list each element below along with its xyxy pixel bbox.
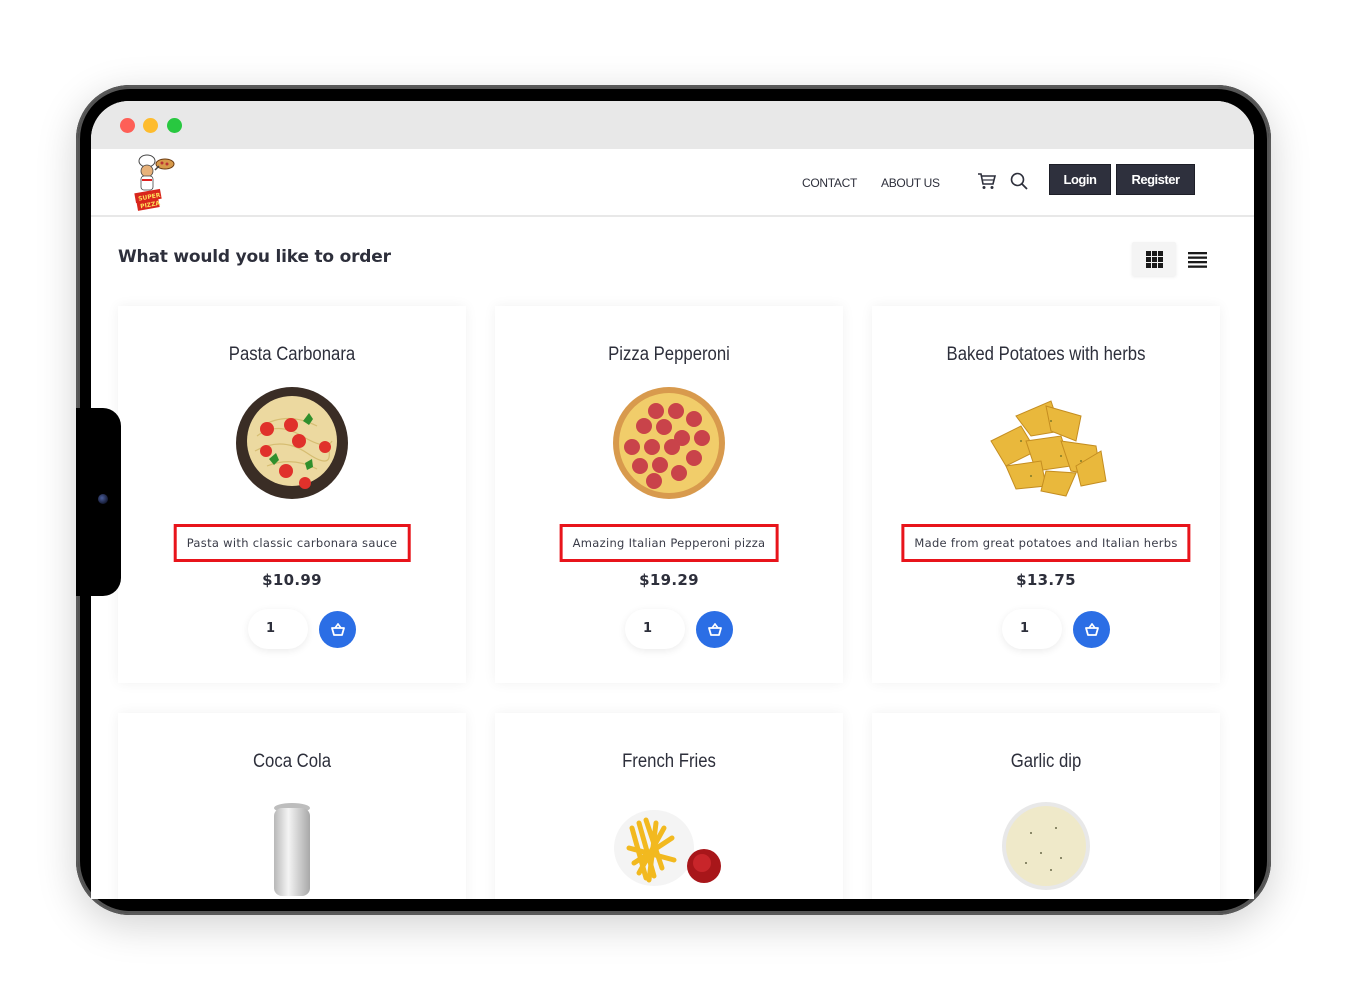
product-description: Made from great potatoes and Italian her… bbox=[901, 524, 1191, 562]
list-icon bbox=[1188, 252, 1207, 268]
window-titlebar bbox=[91, 101, 1254, 149]
product-description: Amazing Italian Pepperoni pizza bbox=[559, 524, 779, 562]
login-button[interactable]: Login bbox=[1049, 164, 1111, 195]
nav-link-contact[interactable]: CONTACT bbox=[802, 176, 857, 190]
product-title: Coca Cola bbox=[252, 751, 332, 772]
page-heading: What would you like to order bbox=[118, 247, 391, 267]
basket-icon bbox=[707, 622, 722, 636]
quantity-input[interactable] bbox=[625, 609, 685, 649]
nav-link-about-us[interactable]: ABOUT US bbox=[881, 176, 940, 190]
product-card: Baked Potatoes with herbs Made from grea… bbox=[872, 306, 1220, 683]
product-card: Coca Cola bbox=[118, 713, 466, 899]
product-description: Pasta with classic carbonara sauce bbox=[173, 524, 411, 562]
product-card: Pasta Carbonara Pasta with classic carbo… bbox=[118, 306, 466, 683]
product-title: French Fries bbox=[622, 751, 716, 772]
product-title: Garlic dip bbox=[1010, 751, 1082, 772]
product-card: Pizza Pepperoni Amazing Italian Pepperon… bbox=[495, 306, 843, 683]
product-card: Garlic dip bbox=[872, 713, 1220, 899]
register-button[interactable]: Register bbox=[1116, 164, 1195, 195]
product-title: Baked Potatoes with herbs bbox=[946, 344, 1146, 365]
product-price: $19.29 bbox=[639, 571, 699, 589]
potatoes-image[interactable] bbox=[961, 381, 1131, 506]
add-to-basket-button[interactable] bbox=[696, 611, 733, 648]
quantity-input[interactable] bbox=[1002, 609, 1062, 649]
add-to-basket-button[interactable] bbox=[1073, 611, 1110, 648]
basket-icon bbox=[330, 622, 345, 636]
search-icon[interactable] bbox=[1009, 171, 1029, 191]
browser-window: SUPER PIZZA CONTACT ABOUT US Login Regis… bbox=[91, 101, 1254, 899]
grid-view-toggle[interactable] bbox=[1132, 242, 1176, 276]
dip-image[interactable] bbox=[961, 798, 1131, 899]
super-pizza-logo[interactable]: SUPER PIZZA bbox=[129, 153, 179, 213]
minimize-window-button[interactable] bbox=[143, 118, 158, 133]
camera-icon bbox=[98, 494, 108, 504]
quantity-input[interactable] bbox=[248, 609, 308, 649]
product-price: $10.99 bbox=[262, 571, 322, 589]
product-price: $13.75 bbox=[1016, 571, 1076, 589]
add-to-basket-button[interactable] bbox=[319, 611, 356, 648]
fries-image[interactable] bbox=[584, 798, 754, 899]
close-window-button[interactable] bbox=[120, 118, 135, 133]
cart-icon[interactable] bbox=[977, 171, 997, 191]
list-view-toggle[interactable] bbox=[1183, 242, 1213, 276]
can-image[interactable] bbox=[207, 798, 377, 899]
product-title: Pasta Carbonara bbox=[228, 344, 356, 365]
product-card: French Fries bbox=[495, 713, 843, 899]
maximize-window-button[interactable] bbox=[167, 118, 182, 133]
pizza-image[interactable] bbox=[584, 381, 754, 506]
site-navbar: SUPER PIZZA CONTACT ABOUT US Login Regis… bbox=[91, 149, 1254, 217]
basket-icon bbox=[1084, 622, 1099, 636]
grid-icon bbox=[1146, 251, 1163, 268]
product-title: Pizza Pepperoni bbox=[608, 344, 730, 365]
pasta-image[interactable] bbox=[207, 381, 377, 506]
